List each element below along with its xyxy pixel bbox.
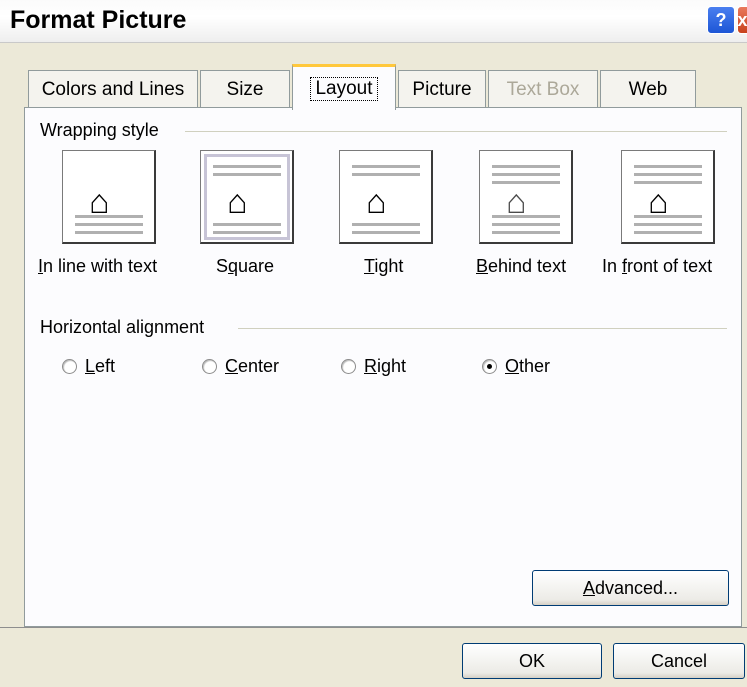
tab-size[interactable]: Size: [200, 70, 290, 108]
horizontal-alignment-label: Horizontal alignment: [40, 317, 213, 338]
tab-text-box: Text Box: [488, 70, 598, 108]
dog-inline-icon: ⌂: [89, 183, 110, 221]
tab-layout[interactable]: Layout: [292, 64, 396, 110]
radio-label: Right: [364, 356, 407, 376]
close-icon: x: [737, 9, 747, 30]
ok-button[interactable]: OK: [462, 643, 602, 679]
wrap-behind-option[interactable]: ⌂: [479, 150, 573, 244]
wrap-square-label[interactable]: Square: [216, 256, 274, 277]
align-left-radio[interactable]: Left: [62, 356, 115, 377]
wrap-front-option[interactable]: ⌂: [621, 150, 715, 244]
tab-web[interactable]: Web: [600, 70, 696, 108]
tab-label: Text Box: [506, 78, 580, 100]
horizontal-alignment-divider: [238, 328, 727, 329]
wrapping-style-label: Wrapping style: [40, 120, 167, 141]
wrap-inline-option[interactable]: ⌂: [62, 150, 156, 244]
advanced-label: Advanced...: [582, 577, 679, 598]
cancel-button[interactable]: Cancel: [613, 643, 745, 679]
tab-label: Colors and Lines: [41, 78, 185, 100]
align-other-radio[interactable]: Other: [482, 356, 550, 377]
radio-label: Left: [85, 356, 116, 376]
panel-divider: [0, 627, 747, 628]
advanced-button[interactable]: Advanced...: [532, 570, 729, 606]
wrap-tight-label[interactable]: Tight: [364, 256, 403, 277]
radio-circle-checked-icon: [482, 359, 497, 374]
radio-circle-icon: [341, 359, 356, 374]
wrap-tight-option[interactable]: ⌂: [339, 150, 433, 244]
radio-circle-icon: [202, 359, 217, 374]
dog-front-icon: ⌂: [648, 183, 669, 221]
dog-behind-icon: ⌂: [506, 183, 527, 221]
radio-label: Other: [505, 356, 551, 376]
wrap-front-label[interactable]: In front of text: [602, 256, 712, 277]
tab-colors-and-lines[interactable]: Colors and Lines: [28, 70, 198, 108]
dog-square-icon: ⌂: [227, 183, 248, 221]
align-center-radio[interactable]: Center: [202, 356, 279, 377]
wrap-inline-label[interactable]: In line with text: [38, 256, 157, 277]
wrapping-style-divider: [185, 131, 727, 132]
tab-picture[interactable]: Picture: [398, 70, 486, 108]
dog-tight-icon: ⌂: [366, 183, 387, 221]
radio-label: Center: [225, 356, 280, 376]
title-bar: Format Picture ? x: [0, 0, 747, 43]
dialog-title: Format Picture: [10, 6, 187, 34]
tab-label: Size: [226, 78, 264, 100]
help-button[interactable]: ?: [707, 6, 735, 34]
align-right-radio[interactable]: Right: [341, 356, 406, 377]
wrap-behind-label[interactable]: Behind text: [476, 256, 566, 277]
wrap-square-option[interactable]: ⌂: [200, 150, 294, 244]
radio-circle-icon: [62, 359, 77, 374]
help-icon: ?: [715, 9, 727, 30]
tab-label: Layout: [310, 76, 378, 101]
tab-label: Picture: [412, 78, 472, 100]
tab-label: Web: [628, 78, 668, 100]
close-button[interactable]: x: [737, 6, 747, 34]
